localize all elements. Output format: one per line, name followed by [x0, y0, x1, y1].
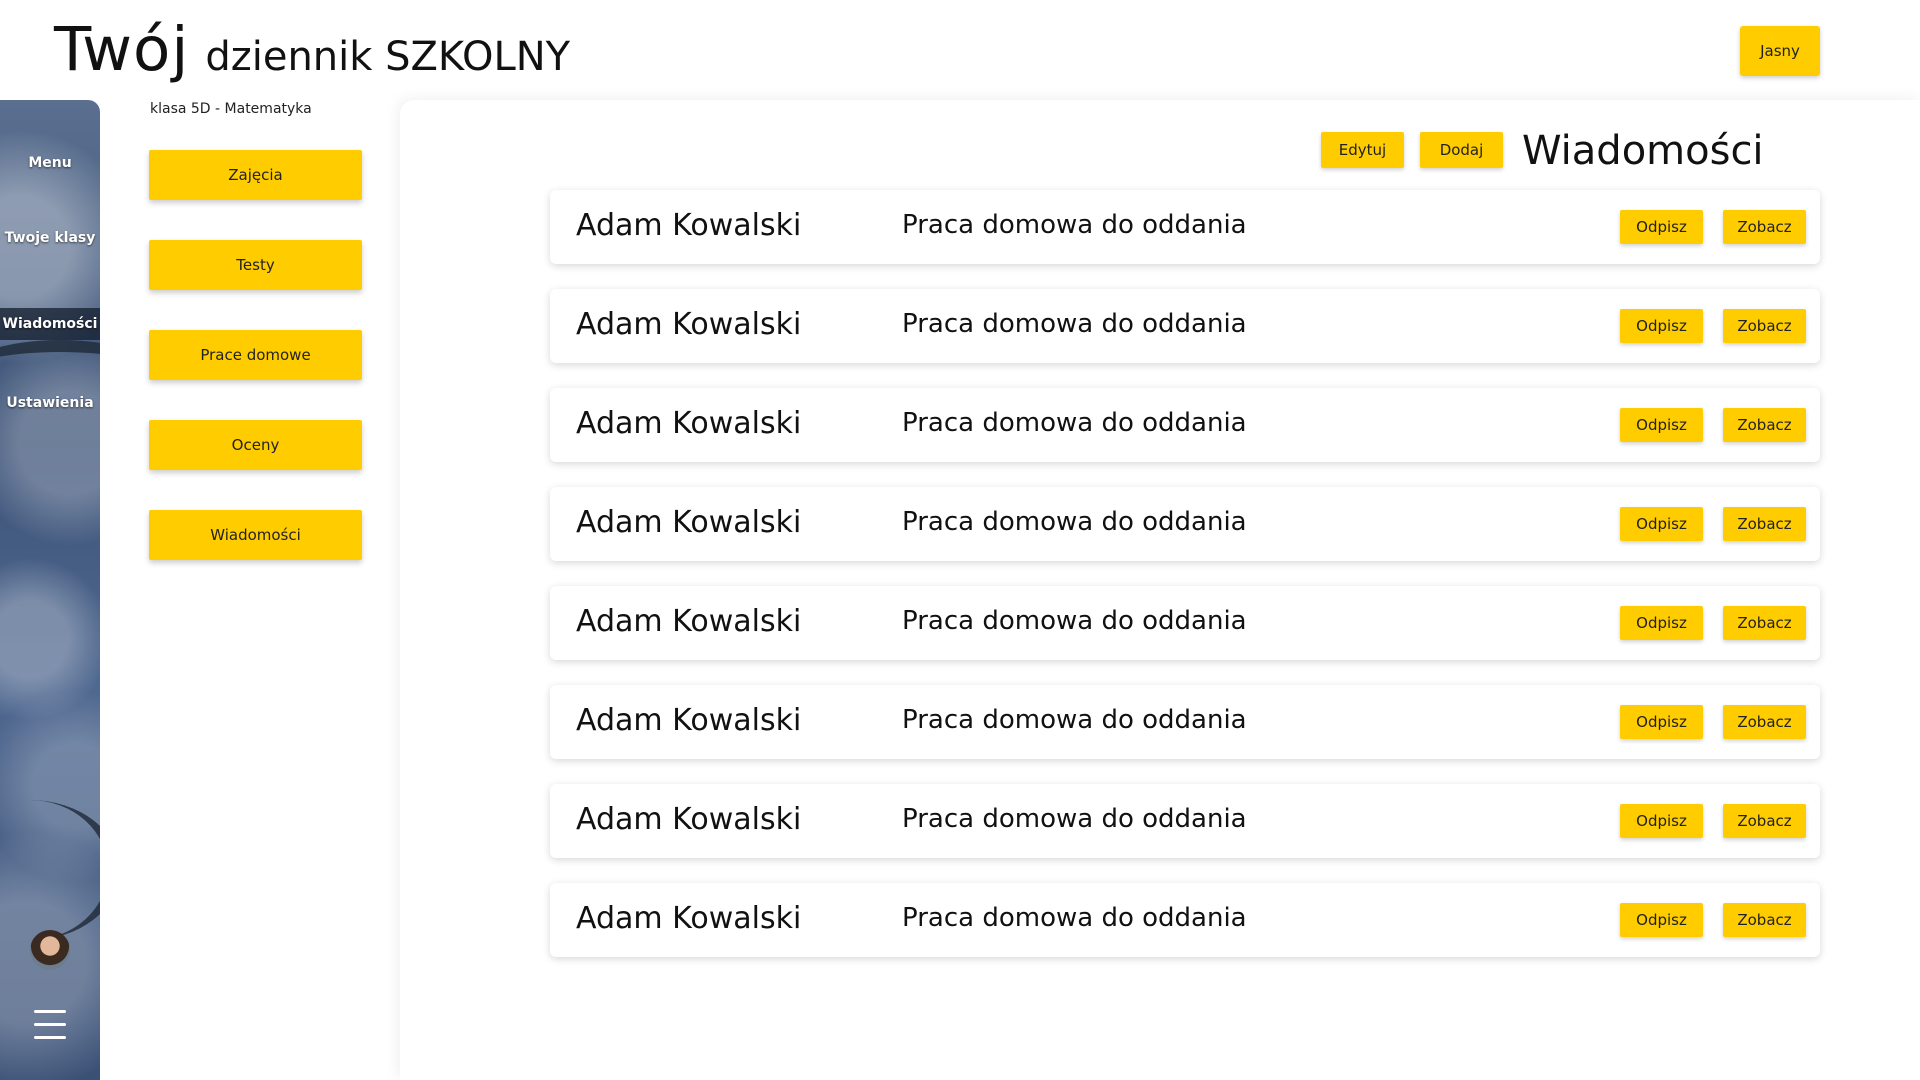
reply-button[interactable]: Odpisz	[1620, 309, 1703, 343]
class-button-tests[interactable]: Testy	[149, 240, 362, 290]
message-sender: Adam Kowalski	[576, 901, 802, 936]
message-subject: Praca domowa do oddania	[902, 705, 1247, 735]
reply-button[interactable]: Odpisz	[1620, 903, 1703, 937]
page-title: Wiadomości	[1522, 128, 1764, 174]
message-row[interactable]: Adam Kowalski Praca domowa do oddania Od…	[550, 883, 1820, 957]
side-rail: Menu Twoje klasy Wiadomości Ustawienia	[0, 100, 100, 1080]
message-subject: Praca domowa do oddania	[902, 210, 1247, 240]
rail-item-settings[interactable]: Ustawienia	[0, 395, 100, 411]
message-sender: Adam Kowalski	[576, 208, 802, 243]
user-avatar[interactable]	[30, 930, 70, 970]
reply-button[interactable]: Odpisz	[1620, 804, 1703, 838]
message-subject: Praca domowa do oddania	[902, 606, 1247, 636]
view-button[interactable]: Zobacz	[1723, 903, 1806, 937]
view-button[interactable]: Zobacz	[1723, 408, 1806, 442]
view-button[interactable]: Zobacz	[1723, 309, 1806, 343]
view-button[interactable]: Zobacz	[1723, 804, 1806, 838]
class-button-messages[interactable]: Wiadomości	[149, 510, 362, 560]
message-row[interactable]: Adam Kowalski Praca domowa do oddania Od…	[550, 487, 1820, 561]
logo-big-text: Twój	[54, 14, 190, 85]
message-sender: Adam Kowalski	[576, 307, 802, 342]
message-subject: Praca domowa do oddania	[902, 507, 1247, 537]
reply-button[interactable]: Odpisz	[1620, 408, 1703, 442]
message-row[interactable]: Adam Kowalski Praca domowa do oddania Od…	[550, 586, 1820, 660]
reply-button[interactable]: Odpisz	[1620, 705, 1703, 739]
rail-background-decoration	[0, 800, 100, 940]
rail-item-classes[interactable]: Twoje klasy	[0, 230, 100, 246]
edit-button[interactable]: Edytuj	[1321, 132, 1404, 168]
message-sender: Adam Kowalski	[576, 802, 802, 837]
message-subject: Praca domowa do oddania	[902, 903, 1247, 933]
message-row[interactable]: Adam Kowalski Praca domowa do oddania Od…	[550, 685, 1820, 759]
message-subject: Praca domowa do oddania	[902, 408, 1247, 438]
theme-toggle-button[interactable]: Jasny	[1740, 26, 1820, 76]
reply-button[interactable]: Odpisz	[1620, 507, 1703, 541]
message-row[interactable]: Adam Kowalski Praca domowa do oddania Od…	[550, 388, 1820, 462]
message-subject: Praca domowa do oddania	[902, 309, 1247, 339]
message-sender: Adam Kowalski	[576, 703, 802, 738]
class-button-grades[interactable]: Oceny	[149, 420, 362, 470]
view-button[interactable]: Zobacz	[1723, 606, 1806, 640]
message-sender: Adam Kowalski	[576, 406, 802, 441]
reply-button[interactable]: Odpisz	[1620, 210, 1703, 244]
view-button[interactable]: Zobacz	[1723, 210, 1806, 244]
logo-small-text: dziennik SZKOLNY	[205, 34, 571, 80]
message-subject: Praca domowa do oddania	[902, 804, 1247, 834]
message-row[interactable]: Adam Kowalski Praca domowa do oddania Od…	[550, 289, 1820, 363]
hamburger-menu-icon[interactable]	[34, 1010, 66, 1049]
view-button[interactable]: Zobacz	[1723, 705, 1806, 739]
class-title: klasa 5D - Matematyka	[150, 101, 312, 117]
class-button-lessons[interactable]: Zajęcia	[149, 150, 362, 200]
reply-button[interactable]: Odpisz	[1620, 606, 1703, 640]
app-logo: Twój dziennik SZKOLNY	[54, 14, 570, 94]
rail-item-menu[interactable]: Menu	[0, 155, 100, 171]
message-sender: Adam Kowalski	[576, 604, 802, 639]
page: Twój dziennik SZKOLNY Jasny Menu Twoje k…	[0, 0, 1920, 1080]
message-row[interactable]: Adam Kowalski Praca domowa do oddania Od…	[550, 784, 1820, 858]
message-sender: Adam Kowalski	[576, 505, 802, 540]
class-button-homework[interactable]: Prace domowe	[149, 330, 362, 380]
add-button[interactable]: Dodaj	[1420, 132, 1503, 168]
message-row[interactable]: Adam Kowalski Praca domowa do oddania Od…	[550, 190, 1820, 264]
rail-item-messages[interactable]: Wiadomości	[0, 308, 100, 340]
view-button[interactable]: Zobacz	[1723, 507, 1806, 541]
